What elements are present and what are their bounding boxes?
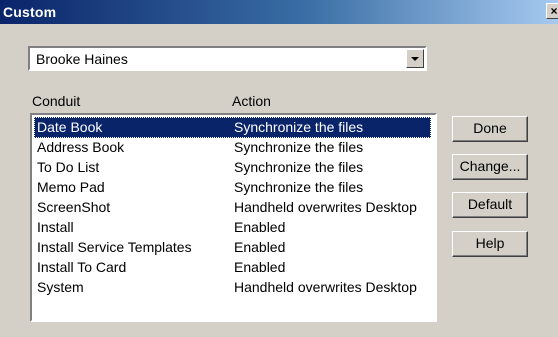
title-bar[interactable]: Custom × <box>0 0 558 24</box>
list-item[interactable]: System Handheld overwrites Desktop <box>34 277 431 298</box>
conduit-name: Install <box>37 219 74 235</box>
conduit-action: Synchronize the files <box>234 119 364 135</box>
column-header-action: Action <box>232 93 271 109</box>
conduit-name: ScreenShot <box>37 199 111 215</box>
conduit-action: Synchronize the files <box>234 179 364 195</box>
close-icon[interactable]: × <box>546 3 558 19</box>
help-button[interactable]: Help <box>452 231 528 257</box>
custom-dialog: Custom × Brooke Haines Conduit Action Da… <box>0 0 558 337</box>
list-item[interactable]: Install To Card Enabled <box>34 257 431 278</box>
conduit-action: Synchronize the files <box>234 139 364 155</box>
conduit-action: Enabled <box>234 259 286 275</box>
conduit-name: Address Book <box>37 139 125 155</box>
list-item[interactable]: Memo Pad Synchronize the files <box>34 177 431 198</box>
conduit-action: Handheld overwrites Desktop <box>234 199 417 215</box>
user-select[interactable]: Brooke Haines <box>28 46 427 71</box>
conduit-action: Handheld overwrites Desktop <box>234 279 417 295</box>
conduit-name: Memo Pad <box>37 179 105 195</box>
user-select-value: Brooke Haines <box>36 51 128 67</box>
conduit-name: Install To Card <box>37 259 127 275</box>
conduit-name: System <box>37 279 84 295</box>
change-button[interactable]: Change... <box>452 154 528 180</box>
list-item[interactable]: Install Enabled <box>34 217 431 238</box>
list-item[interactable]: Address Book Synchronize the files <box>34 137 431 158</box>
column-header-conduit: Conduit <box>32 93 81 109</box>
conduit-name: Date Book <box>37 119 103 135</box>
list-item[interactable]: To Do List Synchronize the files <box>34 157 431 178</box>
conduit-action: Enabled <box>234 219 286 235</box>
conduit-action: Enabled <box>234 239 286 255</box>
list-item[interactable]: Install Service Templates Enabled <box>34 237 431 258</box>
conduit-name: To Do List <box>37 159 100 175</box>
chevron-down-icon[interactable] <box>406 49 424 68</box>
list-item[interactable]: Date Book Synchronize the files <box>34 117 431 138</box>
default-button[interactable]: Default <box>452 192 528 218</box>
done-button[interactable]: Done <box>452 116 528 142</box>
conduit-list[interactable]: Date Book Synchronize the files Address … <box>30 113 437 322</box>
window-title: Custom <box>3 4 57 20</box>
conduit-name: Install Service Templates <box>37 239 192 255</box>
conduit-action: Synchronize the files <box>234 159 364 175</box>
list-item[interactable]: ScreenShot Handheld overwrites Desktop <box>34 197 431 218</box>
